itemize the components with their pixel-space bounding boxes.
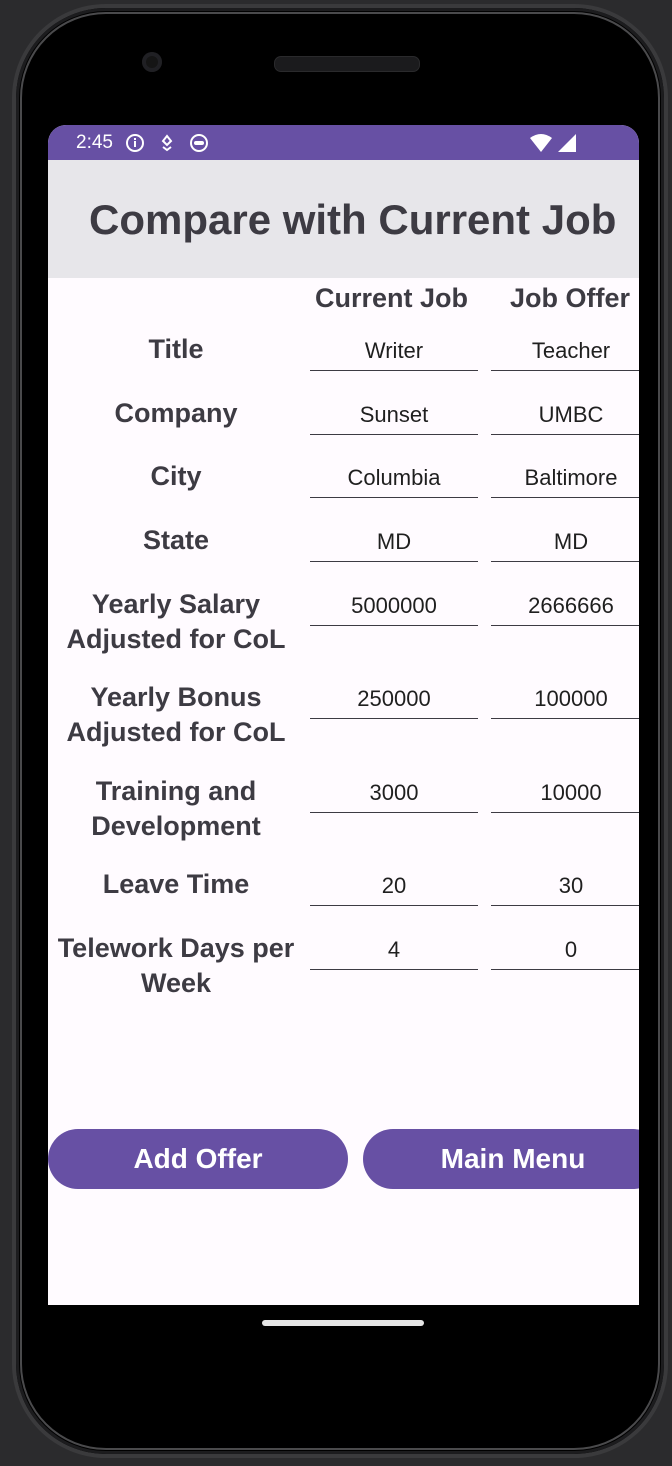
job-offer-column-header: Job Offer: [510, 283, 631, 313]
offer-training-field[interactable]: 10000: [491, 778, 639, 813]
gesture-navigation-bar[interactable]: [262, 1320, 424, 1326]
front-camera: [142, 52, 162, 72]
offer-company-field[interactable]: UMBC: [491, 400, 639, 435]
android-face-icon: [189, 133, 208, 152]
offer-state-field[interactable]: MD: [491, 527, 639, 562]
row-label-training: Training and Development: [91, 776, 261, 841]
current-salary-field[interactable]: 5000000: [310, 591, 478, 626]
row-label-telework: Telework Days per Week: [57, 933, 295, 998]
row-label-company: Company: [114, 398, 238, 428]
page-title: Compare with Current Job: [89, 196, 617, 243]
current-company-field[interactable]: Sunset: [310, 400, 478, 435]
current-state-field[interactable]: MD: [310, 527, 478, 562]
wifi-icon: [530, 134, 552, 152]
current-title-field[interactable]: Writer: [310, 336, 478, 371]
cellular-signal-icon: [558, 134, 576, 152]
offer-leave-field[interactable]: 30: [491, 871, 639, 906]
current-leave-field[interactable]: 20: [310, 871, 478, 906]
row-label-leave-time: Leave Time: [102, 869, 250, 899]
current-job-column-header: Current Job: [315, 283, 469, 313]
row-label-state: State: [142, 525, 210, 555]
earpiece-speaker: [274, 56, 420, 72]
offer-bonus-field[interactable]: 100000: [491, 684, 639, 719]
row-label-title: Title: [148, 334, 204, 364]
info-icon: [125, 133, 144, 152]
app-bar: Compare with Current Job: [48, 160, 639, 278]
status-time: 2:45: [76, 131, 113, 153]
app-screen: 2:45 Compare with Current Job Current Jo…: [48, 125, 639, 1305]
status-right-icons: [529, 133, 577, 153]
row-label-yearly-bonus: Yearly Bonus Adjusted for CoL: [66, 682, 286, 747]
current-training-field[interactable]: 3000: [310, 778, 478, 813]
offer-salary-field[interactable]: 2666666: [491, 591, 639, 626]
current-telework-field[interactable]: 4: [310, 935, 478, 970]
current-city-field[interactable]: Columbia: [310, 463, 478, 498]
status-bar: 2:45: [48, 125, 639, 160]
add-offer-button[interactable]: Add Offer: [48, 1129, 348, 1189]
location-sync-icon: [161, 133, 173, 151]
current-bonus-field[interactable]: 250000: [310, 684, 478, 719]
main-menu-button[interactable]: Main Menu: [363, 1129, 639, 1189]
row-label-yearly-salary: Yearly Salary Adjusted for CoL: [66, 589, 286, 654]
row-label-city: City: [150, 461, 202, 491]
offer-telework-field[interactable]: 0: [491, 935, 639, 970]
offer-title-field[interactable]: Teacher: [491, 336, 639, 371]
offer-city-field[interactable]: Baltimore: [491, 463, 639, 498]
